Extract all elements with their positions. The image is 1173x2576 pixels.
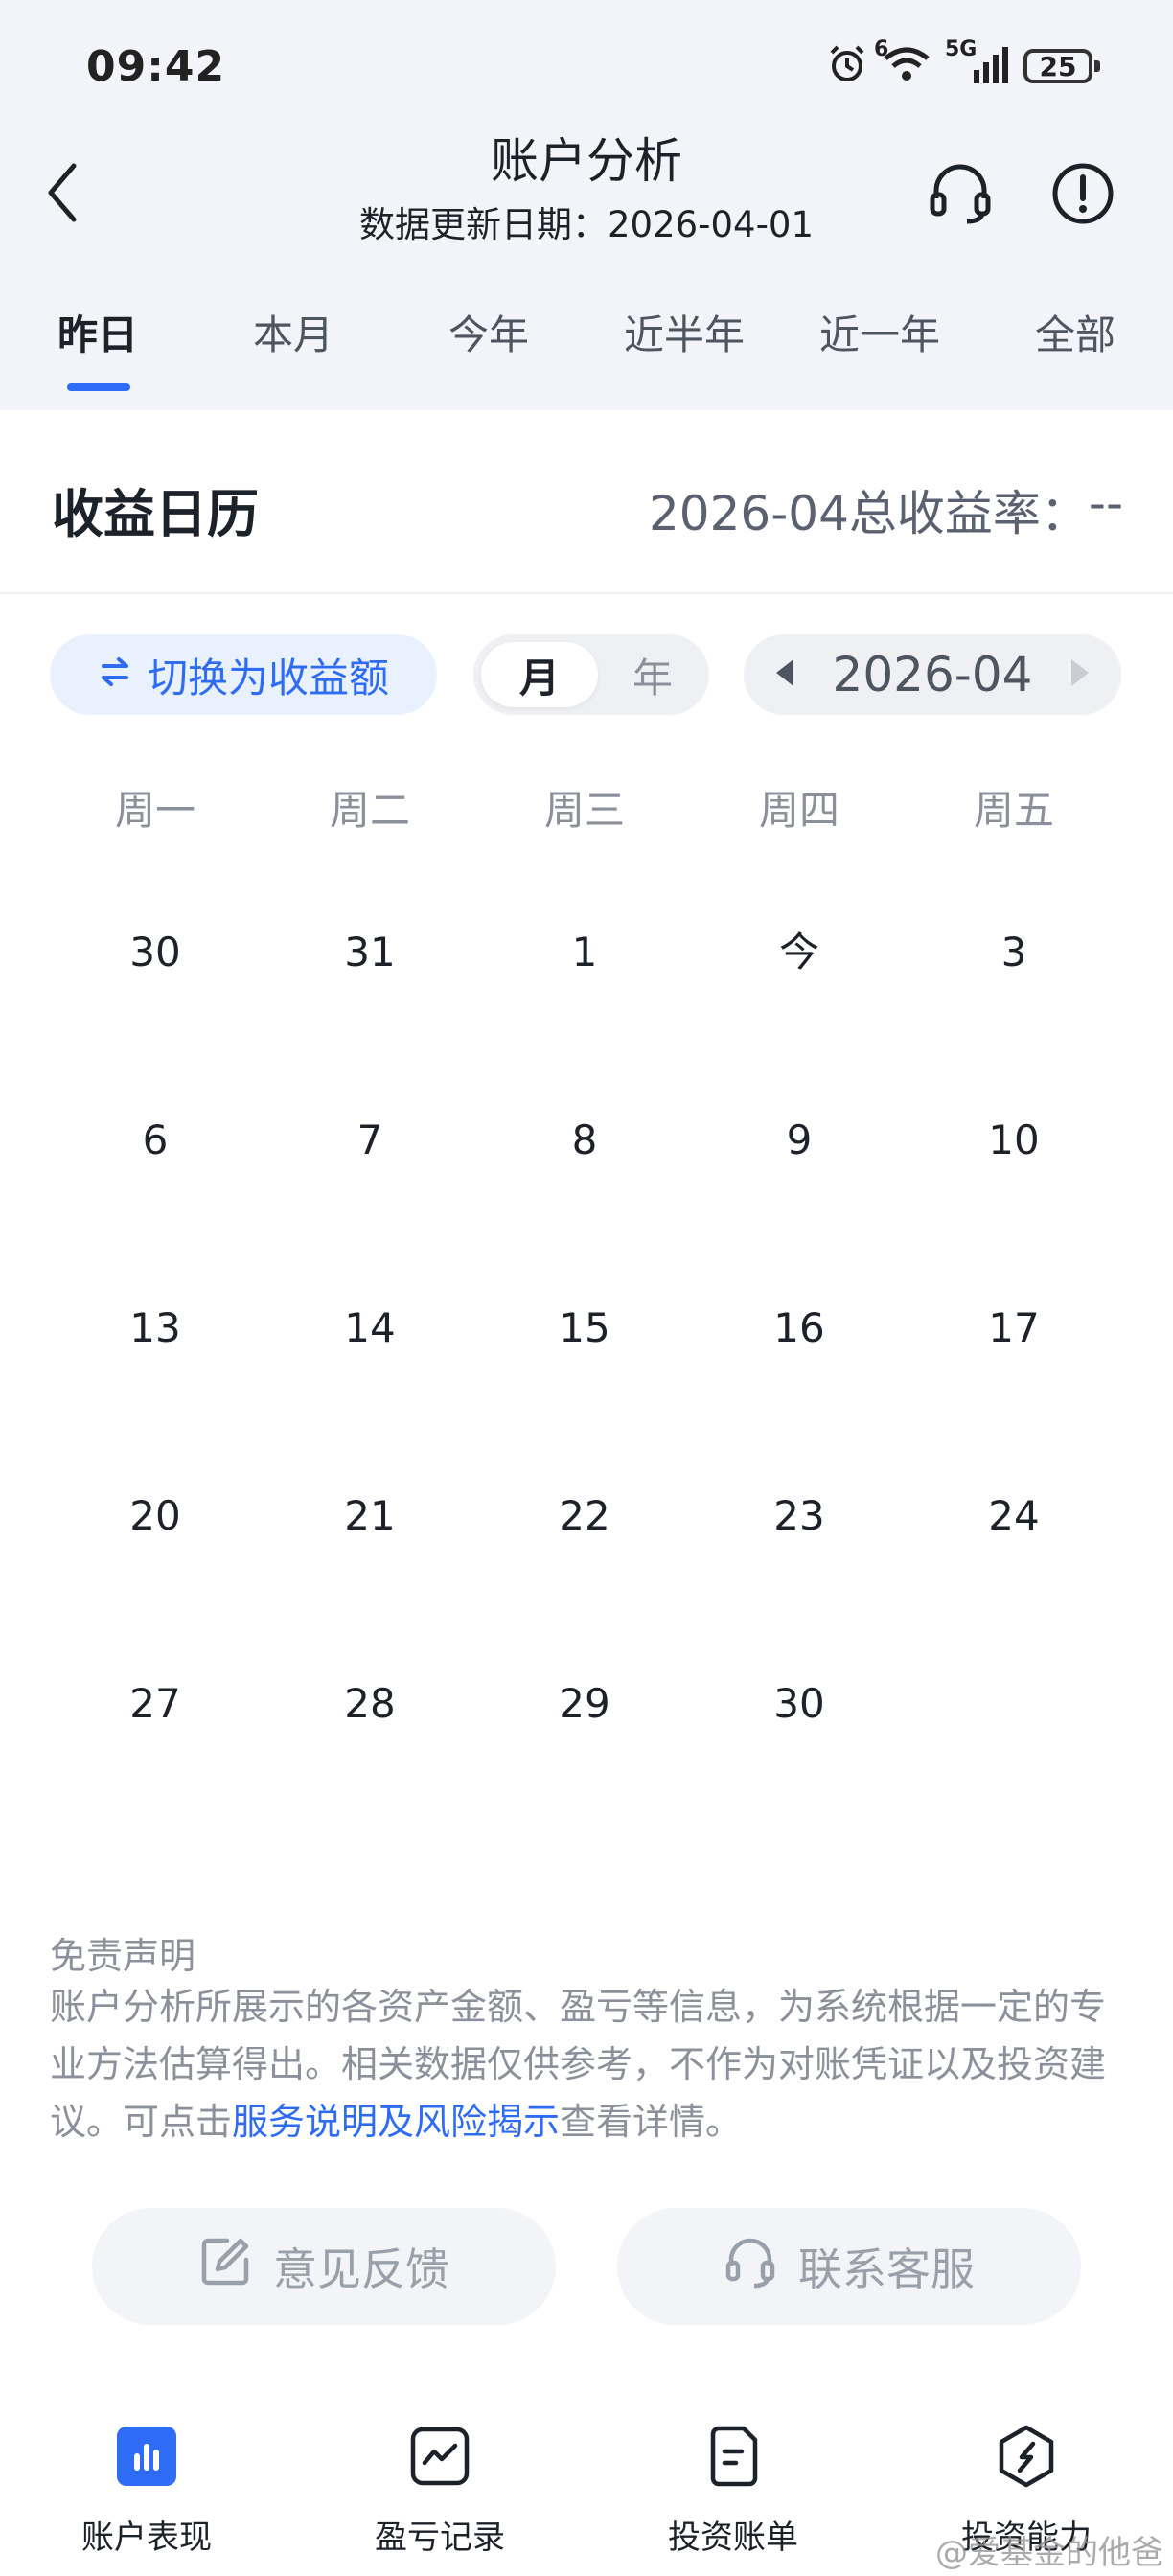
trend-icon	[408, 2425, 472, 2488]
watermark: @爱基金的他爸	[935, 2534, 1163, 2572]
headset-icon	[927, 160, 994, 231]
calendar-day[interactable]: 23	[692, 1468, 907, 1564]
month-year-toggle: 月 年	[473, 634, 709, 715]
tab-yesterday[interactable]: 昨日	[0, 303, 196, 361]
feedback-label: 意见反馈	[273, 2243, 449, 2295]
current-month: 2026-04	[832, 647, 1033, 702]
calendar-day[interactable]: 21	[263, 1468, 477, 1564]
nav-label: 账户表现	[81, 2518, 212, 2557]
calendar-day[interactable]: 9	[692, 1092, 907, 1188]
calendar-day[interactable]: 14	[263, 1280, 477, 1376]
calendar-day[interactable]: 1	[477, 905, 692, 1000]
service-label: 联系客服	[798, 2243, 975, 2295]
calendar-day[interactable]: 6	[48, 1092, 263, 1188]
risk-disclosure-link[interactable]: 服务说明及风险揭示	[232, 2101, 560, 2143]
segment-year[interactable]: 年	[594, 642, 711, 707]
nav-label: 投资账单	[668, 2518, 798, 2557]
alarm-icon	[826, 43, 868, 89]
bill-icon	[702, 2425, 765, 2488]
total-return-rate: 2026-04总收益率： --	[649, 475, 1123, 544]
switch-to-amount-button[interactable]: 切换为收益额	[50, 634, 437, 715]
active-tab-indicator	[67, 383, 130, 391]
customer-service-button[interactable]	[924, 159, 997, 232]
wifi-label: 6	[874, 37, 889, 61]
calendar-day[interactable]: 13	[48, 1280, 263, 1376]
signal-icon: 5G	[945, 37, 1010, 89]
weekday-header: 周五	[973, 787, 1054, 834]
calendar-day[interactable]: 7	[263, 1092, 477, 1188]
weekday-header: 周一	[114, 787, 196, 834]
calendar-day[interactable]: 10	[907, 1092, 1121, 1188]
calendar-day[interactable]: 30	[692, 1656, 907, 1752]
calendar-day[interactable]: 22	[477, 1468, 692, 1564]
calendar-day[interactable]: 30	[48, 905, 263, 1000]
calendar-day[interactable]: 24	[907, 1468, 1121, 1564]
nav-account-performance[interactable]: 账户表现	[0, 2425, 293, 2558]
tab-half-year[interactable]: 近半年	[586, 303, 782, 361]
tab-this-year[interactable]: 今年	[391, 303, 586, 361]
nav-investment-bill[interactable]: 投资账单	[586, 2425, 880, 2558]
month-picker: 2026-04	[744, 634, 1121, 715]
tab-all[interactable]: 全部	[978, 303, 1173, 361]
disclaimer-text: 账户分析所展示的各资产金额、盈亏等信息，为系统根据一定的专业方法估算得出。相关数…	[50, 1978, 1123, 2150]
network-label: 5G	[945, 37, 978, 61]
calendar-day[interactable]: 28	[263, 1656, 477, 1752]
calendar-day-today[interactable]: 今	[692, 905, 907, 1000]
page-title: 账户分析	[491, 133, 682, 189]
calendar-day[interactable]: 16	[692, 1280, 907, 1376]
segment-month[interactable]: 月	[481, 642, 598, 707]
divider	[0, 592, 1173, 594]
weekday-header: 周三	[543, 787, 625, 834]
prev-month-button[interactable]	[772, 657, 797, 692]
wifi-icon: 6	[874, 37, 932, 87]
compass-icon	[995, 2425, 1058, 2488]
headset-icon	[724, 2235, 777, 2299]
calendar-day[interactable]: 3	[907, 905, 1121, 1000]
calendar-day[interactable]: 29	[477, 1656, 692, 1752]
tab-this-month[interactable]: 本月	[196, 303, 391, 361]
disclaimer-title: 免责声明	[50, 1935, 196, 1977]
calendar-day-empty	[907, 1656, 1121, 1752]
calendar-day[interactable]: 15	[477, 1280, 692, 1376]
edit-icon	[198, 2235, 252, 2299]
weekday-header: 周四	[758, 787, 840, 834]
battery-icon: 25	[1024, 49, 1100, 83]
nav-profit-records[interactable]: 盈亏记录	[293, 2425, 586, 2558]
tab-one-year[interactable]: 近一年	[782, 303, 978, 361]
weekday-header: 周二	[329, 787, 410, 834]
rate-value: --	[1088, 475, 1123, 531]
next-month-button[interactable]	[1068, 657, 1092, 692]
disclaimer-tail: 查看详情。	[560, 2101, 743, 2143]
update-date: 数据更新日期：2026-04-01	[358, 204, 815, 245]
status-time: 09:42	[86, 42, 226, 91]
calendar-day[interactable]: 27	[48, 1656, 263, 1752]
section-title: 收益日历	[52, 484, 259, 544]
switch-label: 切换为收益额	[147, 654, 389, 702]
rate-label: 2026-04总收益率：	[648, 486, 1089, 541]
nav-label: 盈亏记录	[375, 2518, 505, 2557]
period-tabs: 昨日 本月 今年 近半年 近一年 全部	[0, 303, 1173, 389]
info-icon	[1049, 160, 1116, 231]
calendar-day[interactable]: 31	[263, 905, 477, 1000]
status-icons: 6 5G 25	[826, 37, 1100, 90]
swap-icon	[98, 652, 132, 699]
info-button[interactable]	[1046, 159, 1119, 232]
calendar-day[interactable]: 17	[907, 1280, 1121, 1376]
bar-chart-icon	[115, 2425, 178, 2488]
calendar-day[interactable]: 20	[48, 1468, 263, 1564]
calendar-day[interactable]: 8	[477, 1092, 692, 1188]
contact-service-button[interactable]: 联系客服	[617, 2208, 1081, 2325]
feedback-button[interactable]: 意见反馈	[92, 2208, 556, 2325]
